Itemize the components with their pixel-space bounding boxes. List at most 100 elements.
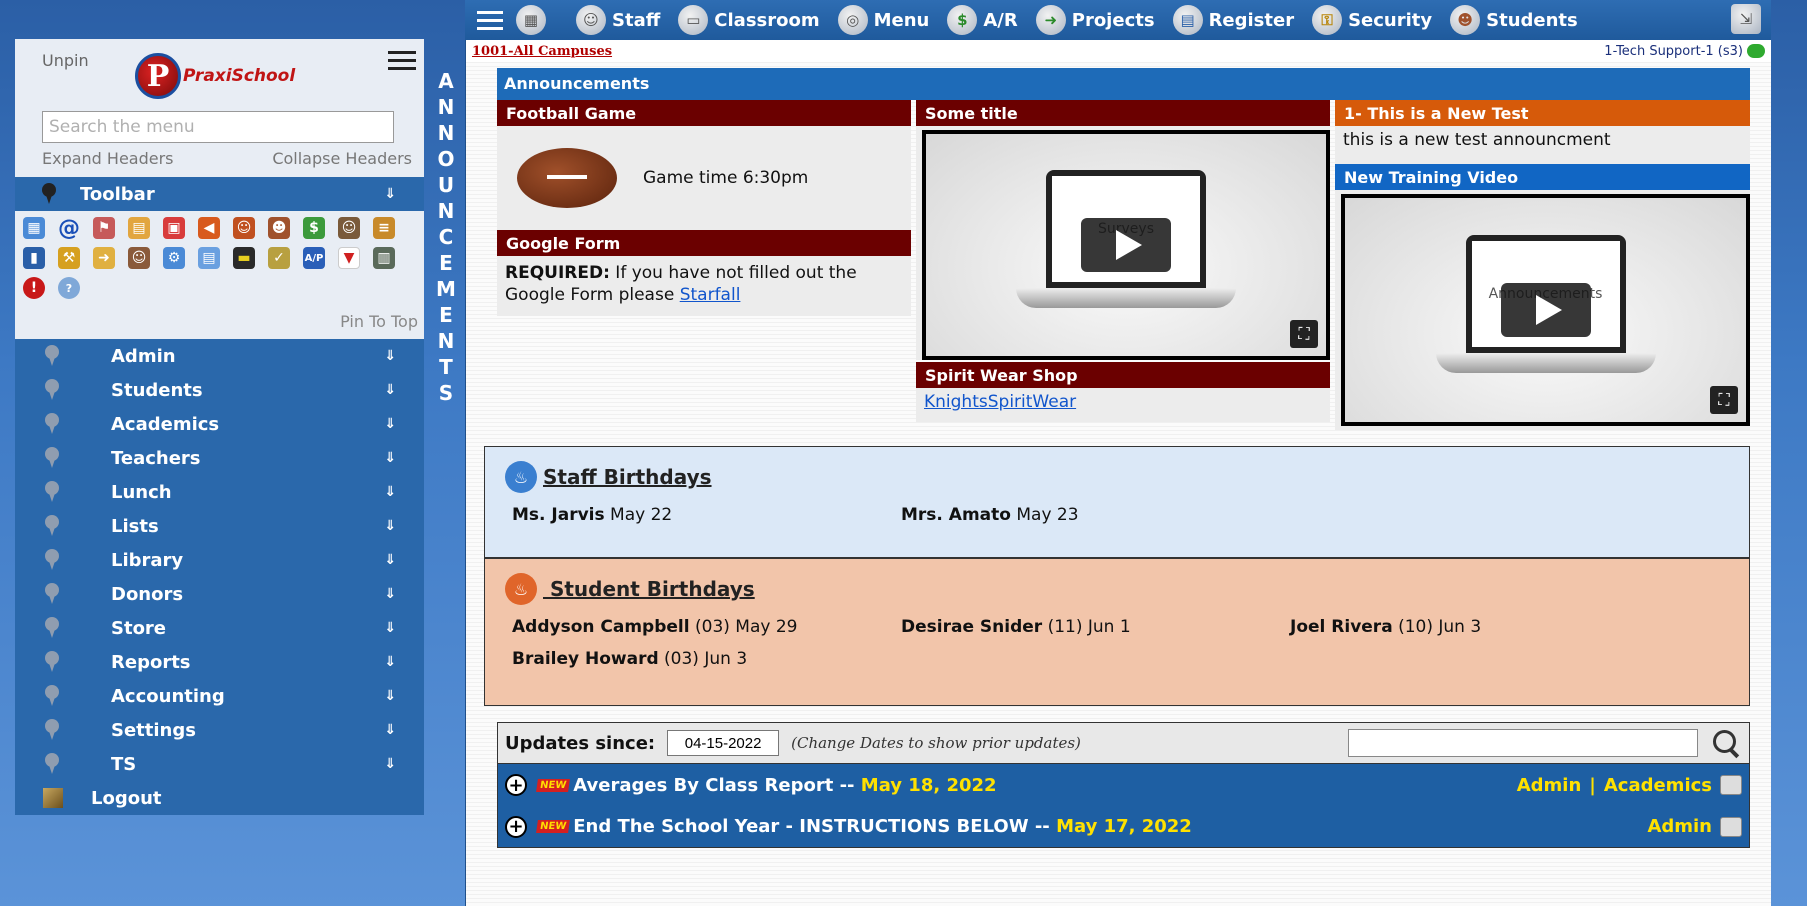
email-icon[interactable]: @ — [58, 216, 80, 241]
burger-icon[interactable]: ≡ — [373, 217, 395, 239]
student-birthdays-title[interactable]: Student Birthdays — [543, 577, 755, 601]
expand-plus-icon[interactable]: + — [505, 774, 527, 796]
expand-arrow-icon[interactable]: ⇓ — [384, 348, 396, 364]
pin-icon[interactable] — [43, 753, 61, 775]
sidebar-item-lunch[interactable]: Lunch ⇓ — [15, 475, 424, 509]
pin-to-top-link[interactable]: Pin To Top — [340, 312, 418, 331]
starfall-link[interactable]: Starfall — [680, 285, 741, 305]
expand-plus-icon[interactable]: + — [505, 815, 527, 838]
flag-icon[interactable]: ⚑ — [93, 217, 115, 239]
video-player[interactable]: Announcements ⛶ — [1341, 194, 1750, 426]
expand-arrow-icon[interactable]: ⇓ — [384, 450, 396, 466]
spirit-wear-link[interactable]: KnightsSpiritWear — [924, 392, 1076, 412]
pin-icon[interactable] — [43, 379, 61, 401]
teacher-icon[interactable]: ☻ — [268, 217, 290, 239]
money-icon[interactable]: $ — [303, 217, 325, 239]
hamburger-menu-icon[interactable] — [388, 51, 416, 70]
exit-icon[interactable]: ⇲ — [1731, 4, 1761, 34]
search-icon[interactable] — [1710, 727, 1742, 759]
sidebar-item-teachers[interactable]: Teachers ⇓ — [15, 441, 424, 475]
ap-icon[interactable]: A/P — [303, 247, 325, 269]
check-icon[interactable]: ✓ — [268, 247, 290, 269]
expand-arrow-icon[interactable]: ⇓ — [384, 484, 396, 500]
sidebar-item-reports[interactable]: Reports ⇓ — [15, 645, 424, 679]
nav-projects[interactable]: ➜ Projects — [1035, 5, 1155, 35]
sidebar-item-students[interactable]: Students ⇓ — [15, 373, 424, 407]
sidebar-item-store[interactable]: Store ⇓ — [15, 611, 424, 645]
pdf-icon[interactable]: ▼ — [338, 247, 360, 269]
expand-arrow-icon[interactable]: ⇓ — [384, 620, 396, 636]
megaphone-icon[interactable]: ◀ — [198, 217, 220, 239]
play-icon[interactable] — [1081, 218, 1171, 272]
printer-icon[interactable] — [1720, 775, 1742, 795]
sidebar-item-ts[interactable]: TS ⇓ — [15, 747, 424, 781]
expand-arrow-icon[interactable]: ⇓ — [384, 756, 396, 772]
updates-date-input[interactable] — [667, 730, 780, 756]
pin-icon[interactable] — [43, 719, 61, 741]
fullscreen-icon[interactable]: ⛶ — [1710, 386, 1738, 414]
add-user-icon[interactable]: ☺ — [233, 217, 255, 239]
staff-icon[interactable]: ☺ — [128, 247, 150, 269]
update-tag[interactable]: Admin — [1517, 775, 1582, 796]
sidebar-item-academics[interactable]: Academics ⇓ — [15, 407, 424, 441]
update-title[interactable]: End The School Year - INSTRUCTIONS BELOW… — [573, 816, 1050, 837]
video-player[interactable]: Surveys ⛶ — [922, 130, 1330, 360]
help-icon[interactable]: ? — [58, 277, 80, 299]
export-icon[interactable]: ➜ — [93, 247, 115, 269]
printer-icon[interactable]: ▥ — [373, 247, 395, 269]
pin-icon[interactable] — [43, 617, 61, 639]
pin-icon[interactable] — [43, 685, 61, 707]
collapse-arrow-icon[interactable]: ⇓ — [384, 186, 396, 202]
unpin-button[interactable]: Unpin — [42, 51, 89, 70]
home-icon[interactable]: ▦ — [516, 5, 546, 35]
nav-classroom[interactable]: ▭ Classroom — [678, 5, 820, 35]
campus-link[interactable]: 1001-All Campuses — [472, 44, 612, 59]
grid-icon[interactable]: ▦ — [23, 217, 45, 239]
sidebar-toolbar-header[interactable]: Toolbar ⇓ — [15, 177, 424, 211]
book-icon[interactable]: ▮ — [23, 247, 45, 269]
gavel-icon[interactable]: ⚒ — [58, 247, 80, 269]
expand-arrow-icon[interactable]: ⇓ — [384, 382, 396, 398]
pin-icon[interactable] — [43, 549, 61, 571]
table-icon[interactable]: ▤ — [198, 247, 220, 269]
updates-search-input[interactable] — [1348, 729, 1698, 757]
nav-menu[interactable]: ◎ Menu — [837, 5, 929, 35]
sidebar-item-library[interactable]: Library ⇓ — [15, 543, 424, 577]
report-icon[interactable]: ▤ — [128, 217, 150, 239]
sidebar-item-lists[interactable]: Lists ⇓ — [15, 509, 424, 543]
expand-arrow-icon[interactable]: ⇓ — [384, 654, 396, 670]
expand-arrow-icon[interactable]: ⇓ — [384, 722, 396, 738]
pin-icon[interactable] — [43, 651, 61, 673]
update-tag[interactable]: Admin — [1647, 816, 1712, 837]
expand-arrow-icon[interactable]: ⇓ — [384, 552, 396, 568]
expand-headers-link[interactable]: Expand Headers — [42, 149, 174, 168]
alert-icon[interactable]: ! — [23, 277, 45, 299]
pin-icon[interactable] — [43, 583, 61, 605]
nav-ar[interactable]: $ A/R — [947, 5, 1018, 35]
pin-icon[interactable] — [43, 515, 61, 537]
expand-arrow-icon[interactable]: ⇓ — [384, 416, 396, 432]
users-icon[interactable]: ☺ — [338, 217, 360, 239]
nav-students[interactable]: ☻ Students — [1450, 5, 1578, 35]
expand-arrow-icon[interactable]: ⇓ — [384, 688, 396, 704]
expand-arrow-icon[interactable]: ⇓ — [384, 586, 396, 602]
printer-icon[interactable] — [1720, 816, 1742, 837]
fullscreen-icon[interactable]: ⛶ — [1290, 320, 1318, 348]
pin-icon[interactable] — [43, 345, 61, 367]
staff-birthdays-title[interactable]: Staff Birthdays — [543, 465, 712, 489]
pin-icon[interactable] — [43, 481, 61, 503]
settings-icon[interactable]: ⚙ — [163, 247, 185, 269]
pin-icon[interactable] — [43, 447, 61, 469]
nav-staff[interactable]: ☺ Staff — [576, 5, 660, 35]
update-title[interactable]: Averages By Class Report -- — [573, 775, 854, 796]
nav-register[interactable]: ▤ Register — [1172, 5, 1294, 35]
calendar-icon[interactable]: ▣ — [163, 217, 185, 239]
sidebar-item-settings[interactable]: Settings ⇓ — [15, 713, 424, 747]
update-tag[interactable]: Academics — [1604, 775, 1712, 796]
menu-search-input[interactable] — [42, 111, 394, 143]
hamburger-menu-icon[interactable] — [470, 0, 510, 40]
chat-online-icon[interactable] — [1747, 44, 1765, 58]
expand-arrow-icon[interactable]: ⇓ — [384, 518, 396, 534]
pin-icon[interactable] — [43, 413, 61, 435]
logout-button[interactable]: Logout — [15, 781, 424, 815]
